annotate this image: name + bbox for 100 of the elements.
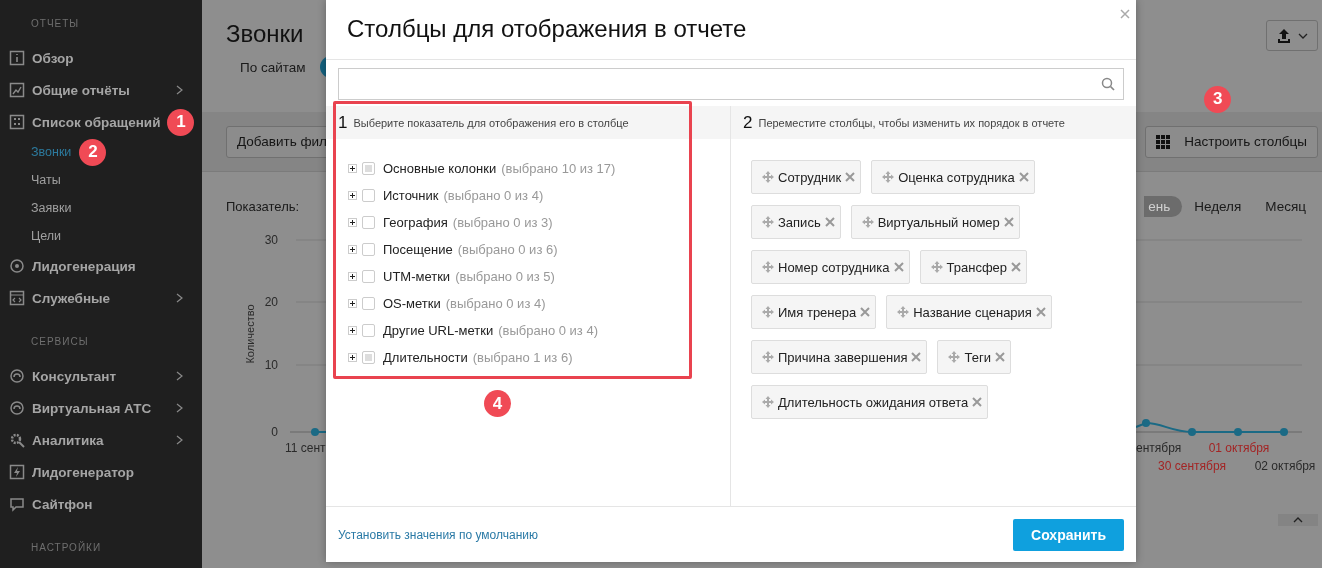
checkbox[interactable]: [362, 324, 375, 337]
expand-icon[interactable]: [348, 272, 357, 281]
checkbox[interactable]: [362, 162, 375, 175]
group-count: (выбрано 0 из 6): [457, 242, 558, 257]
nav-item[interactable]: Обзор: [0, 42, 202, 74]
configure-columns-button[interactable]: Настроить столбцы: [1145, 125, 1318, 158]
column-chip[interactable]: Теги: [937, 340, 1011, 374]
axis-tick-label: 30 сентября: [1158, 459, 1226, 473]
group-count: (выбрано 0 из 4): [445, 296, 546, 311]
remove-icon[interactable]: [1011, 262, 1022, 272]
remove-icon[interactable]: [972, 397, 983, 407]
checkbox[interactable]: [362, 189, 375, 202]
remove-icon[interactable]: [1035, 307, 1046, 317]
chevron-right-icon: [176, 85, 184, 95]
column-chip[interactable]: Оценка сотрудника: [871, 160, 1035, 194]
data-point: [311, 428, 319, 436]
gear-icon: [9, 432, 25, 448]
nav-label: Список обращений: [32, 114, 161, 130]
chart-icon: [9, 82, 25, 98]
nav-subitem[interactable]: Заявки: [31, 201, 72, 215]
move-icon: [762, 351, 774, 363]
nav-subitem[interactable]: Звонки: [31, 145, 72, 159]
group-name: UTM-метки: [383, 269, 451, 284]
checkbox[interactable]: [362, 270, 375, 283]
chip-label: Сотрудник: [778, 169, 842, 185]
headset-icon: [9, 368, 25, 384]
expand-icon[interactable]: [348, 326, 357, 335]
export-button[interactable]: [1266, 20, 1318, 51]
expand-icon[interactable]: [348, 245, 357, 254]
expand-icon[interactable]: [348, 299, 357, 308]
column-chip[interactable]: Название сценария: [886, 295, 1052, 329]
move-icon: [948, 351, 961, 363]
nav-item[interactable]: Общие отчёты: [0, 74, 202, 106]
column-chip[interactable]: Длительность ожидания ответа: [751, 385, 989, 419]
group-name: География: [383, 215, 448, 230]
remove-icon[interactable]: [994, 352, 1005, 362]
nav-subitem[interactable]: Цели: [31, 229, 62, 243]
remove-icon[interactable]: [893, 262, 904, 272]
axis-tick-label: 30: [264, 233, 278, 247]
move-icon: [762, 306, 774, 318]
remove-icon[interactable]: [845, 172, 856, 182]
period-tab[interactable]: Месяц: [1261, 195, 1318, 217]
expand-icon[interactable]: [348, 164, 357, 173]
caret-up-icon: [1293, 517, 1303, 523]
column-chip[interactable]: Запись: [751, 205, 841, 239]
code-window-icon: [9, 290, 25, 306]
axis-tick-label: 20: [264, 295, 278, 309]
checkbox[interactable]: [362, 243, 375, 256]
chip-label: Имя тренера: [778, 304, 857, 320]
nav-subitem[interactable]: Чаты: [31, 173, 61, 187]
nav-item[interactable]: Лидогенерация: [0, 250, 202, 282]
group-count: (выбрано 0 из 4): [498, 323, 598, 338]
expand-icon[interactable]: [348, 191, 357, 200]
nav-item[interactable]: Лидогенератор: [0, 456, 202, 488]
axis-tick-label: 0: [271, 425, 278, 439]
remove-icon[interactable]: [1003, 217, 1014, 227]
search-field[interactable]: [338, 68, 1124, 100]
period-tab[interactable]: Неделя: [1190, 195, 1254, 217]
column-chip[interactable]: Трансфер: [919, 250, 1028, 284]
group-name: Другие URL-метки: [383, 323, 494, 338]
column-chip[interactable]: Сотрудник: [751, 160, 862, 194]
chevron-right-icon: [176, 293, 184, 303]
group-count: (выбрано 0 из 5): [455, 269, 555, 284]
checkbox[interactable]: [362, 351, 375, 364]
period-tab[interactable]: ень: [1144, 195, 1183, 217]
column-chip[interactable]: Номер сотрудника: [751, 250, 910, 284]
remove-icon[interactable]: [860, 307, 871, 317]
chip-label: Оценка сотрудника: [898, 169, 1015, 185]
close-icon[interactable]: [1120, 9, 1130, 19]
expand-icon[interactable]: [348, 218, 357, 227]
axis-tick-label: 02 октября: [1254, 459, 1316, 473]
group-name: Источник: [383, 188, 439, 203]
caret-icon: [1298, 31, 1308, 40]
nav-item[interactable]: Служебные: [0, 282, 202, 314]
group-count: (выбрано 0 из 3): [452, 215, 553, 230]
nav-item[interactable]: Виртуальная АТС: [0, 392, 202, 424]
nav-item[interactable]: Список обращений 1: [0, 106, 202, 138]
nav-item[interactable]: Сайтфон: [0, 488, 202, 520]
column-chip[interactable]: Причина завершения: [751, 340, 928, 374]
remove-icon[interactable]: [911, 352, 922, 362]
column-chip[interactable]: Имя тренера: [751, 295, 877, 329]
nav-item[interactable]: Консультант: [0, 360, 202, 392]
expand-icon[interactable]: [348, 353, 357, 362]
move-icon: [762, 171, 774, 183]
checkbox[interactable]: [362, 216, 375, 229]
upload-icon: [1276, 27, 1292, 44]
checkbox[interactable]: [362, 297, 375, 310]
remove-icon[interactable]: [1018, 172, 1029, 182]
chip-label: Теги: [964, 349, 991, 365]
scroll-up-button[interactable]: [1278, 514, 1318, 526]
column-chip[interactable]: Виртуальный номер: [850, 205, 1020, 239]
group-name: OS-метки: [383, 296, 441, 311]
chevron-right-icon: [176, 403, 184, 413]
chip-label: Длительность ожидания ответа: [778, 394, 969, 410]
remove-icon[interactable]: [824, 217, 835, 227]
reset-defaults-link[interactable]: Установить значения по умолчанию: [338, 527, 538, 542]
nav-label: Виртуальная АТС: [32, 400, 152, 416]
chat-icon: [9, 496, 25, 512]
nav-item[interactable]: Аналитика: [0, 424, 202, 456]
group-count: (выбрано 1 из 6): [472, 350, 573, 365]
